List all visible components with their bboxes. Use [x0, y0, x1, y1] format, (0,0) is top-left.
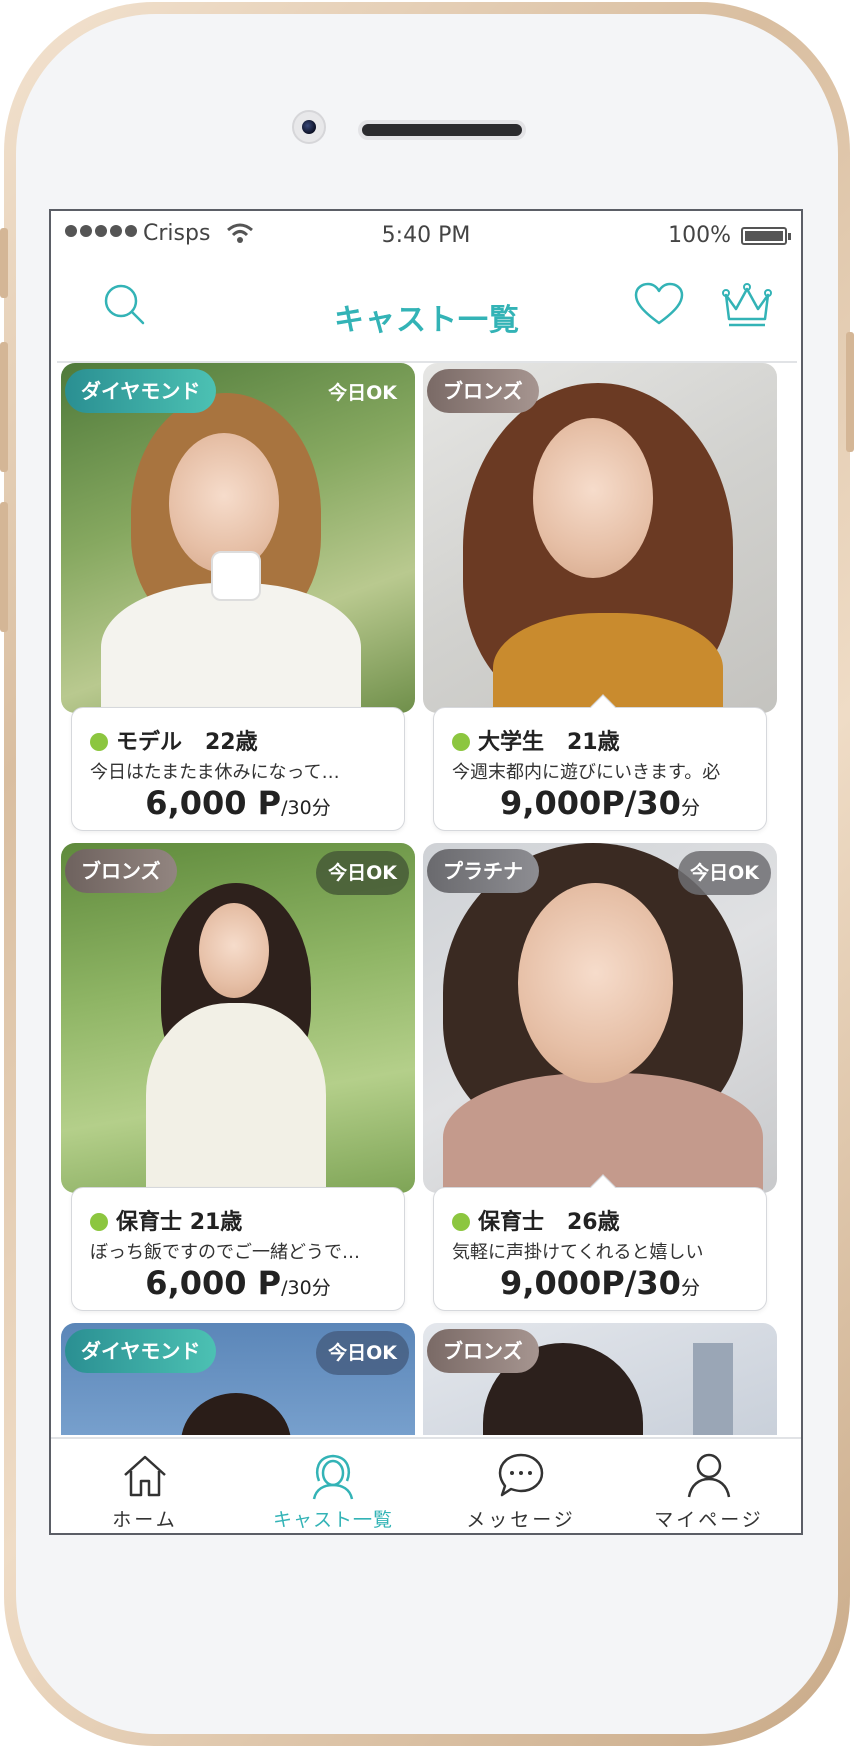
volume-down-button — [0, 502, 8, 632]
cast-message: 今週末都内に遊びにいきます。必 — [452, 762, 721, 783]
cast-profile-line: 保育士 21歳 — [90, 1204, 242, 1236]
price-unit: /30分 — [281, 1277, 331, 1299]
cast-card[interactable]: ダイヤモンド 今日OK — [61, 1323, 415, 1435]
cast-message: 今日はたまたま休みになって… — [90, 762, 340, 783]
today-ok-badge: 今日OK — [316, 1331, 409, 1375]
cast-age: 21歳 — [189, 1210, 243, 1235]
tab-bar: ホーム キャスト一覧 メッセージ マイページ — [51, 1437, 801, 1533]
rank-badge: ブロンズ — [427, 1329, 539, 1373]
cast-info-box: 大学生 21歳 今週末都内に遊びにいきます。必 9,000P/30分 — [433, 694, 767, 831]
rank-badge: ブロンズ — [427, 369, 539, 413]
cast-job: モデル — [116, 730, 183, 755]
cast-age: 21歳 — [567, 730, 620, 755]
cast-price: 9,000P/30分 — [434, 1264, 766, 1302]
cast-job: 大学生 — [478, 730, 545, 755]
cast-icon — [312, 1454, 354, 1500]
cast-profile-line: 大学生 21歳 — [452, 724, 620, 756]
cast-info-box: 保育士 21歳 ぼっち飯ですのでご一緒どうで… 6,000 P/30分 — [71, 1187, 405, 1311]
mute-switch — [0, 228, 8, 298]
power-button — [846, 332, 854, 452]
price-unit: 分 — [680, 1277, 700, 1299]
cast-message: 気軽に声掛けてくれると嬉しい — [452, 1242, 704, 1263]
cast-profile-line: モデル 22歳 — [90, 724, 258, 756]
cast-age: 22歳 — [205, 730, 258, 755]
today-ok-badge: 今日OK — [328, 382, 397, 404]
cast-price: 6,000 P/30分 — [72, 784, 404, 822]
price-value: 6,000 P — [145, 784, 282, 822]
rank-badge: プラチナ — [427, 849, 539, 893]
cast-card[interactable]: ブロンズ — [423, 1323, 777, 1435]
price-unit: /30分 — [281, 797, 331, 819]
cast-photo — [423, 843, 777, 1193]
rank-badge: ダイヤモンド — [65, 1329, 217, 1373]
cast-info-box: モデル 22歳 今日はたまたま休みになって… 6,000 P/30分 — [71, 707, 405, 831]
page-title: キャスト一覧 — [334, 303, 520, 338]
cast-price: 9,000P/30分 — [434, 784, 766, 822]
rank-badge: ダイヤモンド — [65, 369, 217, 413]
tab-cast-list[interactable]: キャスト一覧 — [239, 1439, 427, 1533]
front-camera — [292, 110, 326, 144]
cast-job: 保育士 — [478, 1210, 545, 1235]
today-ok-badge: 今日OK — [678, 851, 771, 895]
price-value: 9,000P/30 — [500, 1264, 681, 1302]
cast-photo — [61, 843, 415, 1193]
app-screen: Crisps 5:40 PM 100% キャスト一覧 ダイヤモンド 今日OK モ… — [49, 209, 803, 1535]
price-unit: 分 — [680, 797, 700, 819]
cast-card[interactable]: ブロンズ 今日OK 保育士 21歳 ぼっち飯ですのでご一緒どうで… 6,000 … — [61, 843, 415, 1313]
cast-grid: ダイヤモンド 今日OK モデル 22歳 今日はたまたま休みになって… 6,000… — [61, 363, 795, 1435]
cast-card[interactable]: ブロンズ 大学生 21歳 今週末都内に遊びにいきます。必 9,000P/30分 — [423, 363, 777, 833]
tab-my-page[interactable]: マイページ — [615, 1439, 801, 1533]
cast-age: 26歳 — [567, 1210, 620, 1235]
message-icon — [498, 1453, 544, 1497]
today-ok-badge: 今日OK — [316, 851, 409, 895]
online-indicator — [452, 733, 470, 751]
status-bar: Crisps 5:40 PM 100% — [51, 211, 801, 259]
heart-icon[interactable] — [633, 281, 685, 329]
tab-home[interactable]: ホーム — [51, 1439, 239, 1533]
price-value: 9,000P/30 — [500, 784, 681, 822]
cast-photo — [423, 363, 777, 713]
earpiece-speaker — [358, 120, 526, 140]
cast-card[interactable]: プラチナ 今日OK 保育士 26歳 気軽に声掛けてくれると嬉しい 9,000P/… — [423, 843, 777, 1313]
tab-label: ホーム — [112, 1509, 178, 1531]
tab-label: マイページ — [654, 1509, 764, 1531]
cast-info-box: 保育士 26歳 気軽に声掛けてくれると嬉しい 9,000P/30分 — [433, 1174, 767, 1311]
battery-percentage: 100% — [668, 223, 731, 248]
crown-icon[interactable] — [721, 281, 773, 329]
volume-up-button — [0, 342, 8, 472]
navigation-bar: キャスト一覧 — [57, 259, 797, 363]
cast-card[interactable]: ダイヤモンド 今日OK モデル 22歳 今日はたまたま休みになって… 6,000… — [61, 363, 415, 833]
rank-badge: ブロンズ — [65, 849, 177, 893]
price-value: 6,000 P — [145, 1264, 282, 1302]
tab-messages[interactable]: メッセージ — [427, 1439, 615, 1533]
online-indicator — [90, 733, 108, 751]
online-indicator — [90, 1213, 108, 1231]
battery-icon — [741, 227, 791, 245]
tab-label: キャスト一覧 — [272, 1509, 393, 1531]
cast-profile-line: 保育士 26歳 — [452, 1204, 620, 1236]
cast-price: 6,000 P/30分 — [72, 1264, 404, 1302]
cast-photo — [61, 363, 415, 713]
cast-message: ぼっち飯ですのでご一緒どうで… — [90, 1242, 360, 1263]
home-icon — [124, 1455, 166, 1497]
cast-job: 保育士 — [116, 1210, 183, 1235]
tab-label: メッセージ — [466, 1509, 576, 1531]
user-icon — [687, 1453, 731, 1498]
online-indicator — [452, 1213, 470, 1231]
